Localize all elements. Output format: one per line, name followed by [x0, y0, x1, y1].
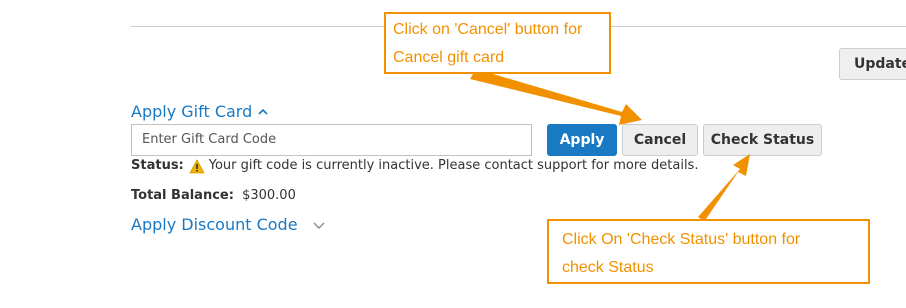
- cancel-annotation: Click on 'Cancel' button for Cancel gift…: [384, 12, 611, 74]
- apply-gift-card-title: Apply Gift Card: [131, 102, 253, 121]
- apply-discount-code-title: Apply Discount Code: [131, 215, 298, 234]
- gift-card-status: Status: Your gift code is currently inac…: [131, 157, 698, 175]
- check-status-arrow: [698, 154, 750, 219]
- check-status-annotation-line1: Click On 'Check Status' button for: [562, 231, 801, 248]
- check-status-annotation-line2: check Status: [562, 259, 654, 276]
- cancel-annotation-line2: Cancel gift card: [393, 49, 505, 66]
- check-status-annotation: Click On 'Check Status' button for check…: [547, 219, 870, 284]
- balance-value: $300.00: [242, 188, 296, 203]
- status-label: Status:: [131, 158, 184, 173]
- cancel-button[interactable]: Cancel: [622, 124, 698, 156]
- warning-icon: [189, 158, 205, 173]
- cancel-annotation-line1: Click on 'Cancel' button for: [393, 21, 583, 38]
- status-text: Your gift code is currently inactive. Pl…: [208, 158, 699, 173]
- balance-label: Total Balance:: [131, 188, 234, 203]
- cancel-arrow: [470, 69, 642, 125]
- apply-button[interactable]: Apply: [547, 124, 617, 156]
- chevron-down-icon: [313, 222, 325, 229]
- update-button[interactable]: Update: [839, 48, 906, 80]
- gift-card-code-input[interactable]: Enter Gift Card Code: [131, 124, 532, 156]
- apply-discount-code-toggle[interactable]: Apply Discount Code: [131, 214, 326, 236]
- chevron-up-icon: [258, 108, 268, 115]
- apply-gift-card-toggle[interactable]: Apply Gift Card: [131, 101, 269, 123]
- check-status-button[interactable]: Check Status: [703, 124, 822, 156]
- total-balance: Total Balance: $300.00: [131, 187, 296, 205]
